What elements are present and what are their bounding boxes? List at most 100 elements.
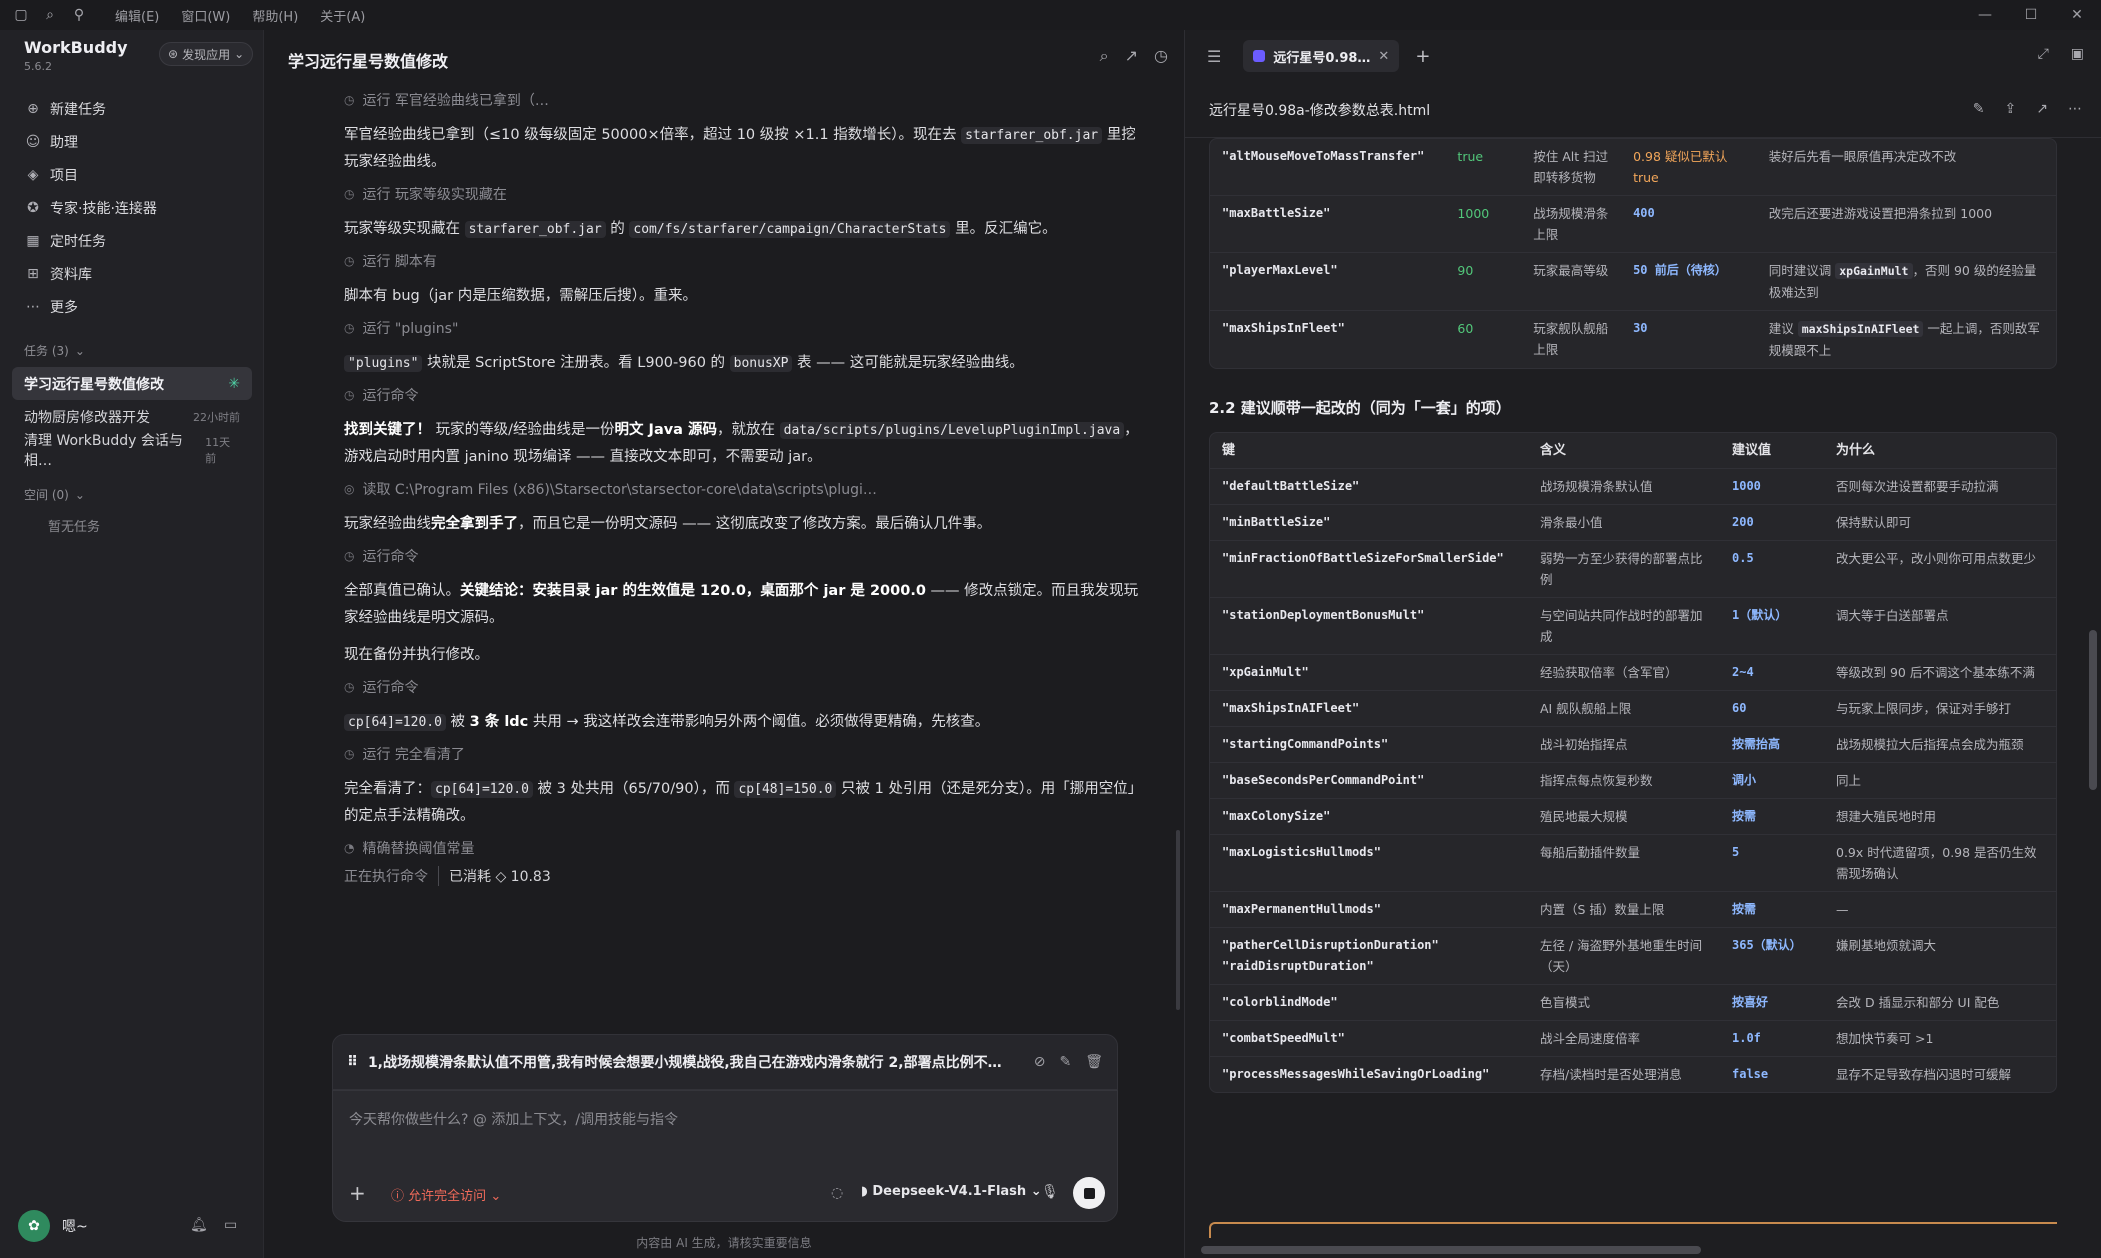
split-view-icon[interactable]: ▣ xyxy=(2071,46,2084,62)
param-key: "stationDeploymentBonusMult" xyxy=(1222,608,1425,622)
stop-button[interactable] xyxy=(1073,1177,1105,1209)
panel-window-actions: ⤢ ▣ xyxy=(2038,46,2084,62)
minimize-icon[interactable]: — xyxy=(1962,0,2008,30)
chat-input[interactable]: 今天帮你做些什么? @ 添加上下文，/调用技能与指令 xyxy=(349,1109,678,1129)
table-row: "altMouseMoveToMassTransfer" true 按住 Alt 扫… xyxy=(1210,139,2056,196)
permission-dropdown[interactable]: ⓘ 允许完全访问 ⌄ xyxy=(391,1185,501,1204)
tool-step[interactable]: ◔ 精确替换阈值常量 xyxy=(344,836,1144,860)
meaning: 滑条最小值 xyxy=(1540,515,1603,530)
close-icon[interactable]: ✕ xyxy=(2054,0,2100,30)
meaning: 左径 / 海盗野外基地重生时间（天） xyxy=(1540,938,1703,974)
sidebar-item-3[interactable]: ✪ 专家·技能·连接器 xyxy=(14,191,250,224)
edit-icon[interactable]: ✎ xyxy=(1059,1054,1071,1070)
tool-step-label: 运行 完全看清了 xyxy=(362,747,465,763)
collapse-icon[interactable]: ⊘ xyxy=(1034,1054,1046,1070)
chevron-down-icon: ⌄ xyxy=(490,1189,502,1204)
tab-file[interactable]: 远行星号0.98… ✕ xyxy=(1243,40,1400,72)
menu-edit[interactable]: 编辑(E) xyxy=(115,6,159,25)
task-item[interactable]: 清理 WorkBuddy 会话与相… 11天前 xyxy=(12,433,252,469)
tool-step-label: 运行命令 xyxy=(362,680,419,696)
history-icon[interactable]: ◷ xyxy=(1154,46,1168,66)
column-header: 为什么 xyxy=(1836,443,1876,458)
task-item[interactable]: 动物厨房修改器开发 22小时前 xyxy=(12,400,252,433)
tool-step[interactable]: ◷ 运行 脚本有 xyxy=(344,249,1144,273)
meaning: 弱势一方至少获得的部署点比例 xyxy=(1540,551,1703,587)
avatar[interactable]: ✿ xyxy=(18,1210,50,1242)
horizontal-scrollbar[interactable] xyxy=(1201,1246,1701,1254)
tool-step[interactable]: ◷ 运行 "plugins" xyxy=(344,316,1144,340)
sidebar-item-2[interactable]: ◈ 项目 xyxy=(14,158,250,191)
discover-apps-button[interactable]: ⊛ 发现应用 ⌄ xyxy=(159,42,254,66)
chat-scrollbar[interactable] xyxy=(1176,830,1180,1010)
model-selector[interactable]: ◗ Deepseek-V4.1-Flash ⌄ xyxy=(861,1184,1042,1199)
tool-step[interactable]: ◷ 运行 军官经验曲线已拿到（… xyxy=(344,88,1144,112)
tool-step[interactable]: ◷ 运行 完全看清了 xyxy=(344,742,1144,766)
space-header[interactable]: 空间 (0) ⌄ xyxy=(24,486,85,503)
trash-icon[interactable]: 🗑︎ xyxy=(1085,1054,1103,1070)
param-key: "minBattleSize" xyxy=(1222,515,1331,529)
suggested-value: 1000 xyxy=(1732,479,1761,493)
nav-list: ⊕ 新建任务 ☺ 助理 ◈ 项目 ✪ 专家·技能·连接器 ▦ 定时任务 ⊞ 资料库 ⋯ 更多 xyxy=(14,92,250,323)
task-item[interactable]: 学习远行星号数值修改 ✳ xyxy=(12,367,252,400)
table-row: "maxPermanentHullmods" 内置（S 插）数量上限 按需 — xyxy=(1210,892,2056,928)
chat-actions: ⌕ ↗ ◷ xyxy=(1100,46,1168,66)
tasks-header[interactable]: 任务 (3) ⌄ xyxy=(24,342,85,359)
search-icon[interactable]: ⌕ xyxy=(1100,46,1109,66)
inline-code: xpGainMult xyxy=(1835,263,1913,279)
chat-title: 学习远行星号数值修改 xyxy=(288,52,449,71)
tab-label: 远行星号0.98… xyxy=(1273,50,1371,66)
meaning: 与空间站共同作战时的部署加成 xyxy=(1540,608,1703,644)
tool-step[interactable]: ◷ 运行命令 xyxy=(344,383,1144,407)
meaning: 内置（S 插）数量上限 xyxy=(1540,902,1665,917)
sidebar-item-1[interactable]: ☺ 助理 xyxy=(14,125,250,158)
column-header: 建议值 xyxy=(1732,443,1772,458)
param-key: "playerMaxLevel" xyxy=(1222,263,1338,277)
share-icon[interactable]: ↗ xyxy=(1125,46,1138,66)
sidebar-item-0[interactable]: ⊕ 新建任务 xyxy=(14,92,250,125)
add-attachment-button[interactable]: + xyxy=(349,1181,366,1205)
tool-step[interactable]: ◎ 读取 C:\Program Files (x86)\Starsector\st… xyxy=(344,477,1144,501)
sidebar-toggle-icon[interactable]: ▢ xyxy=(13,7,29,23)
sidebar-item-4[interactable]: ▦ 定时任务 xyxy=(14,224,250,257)
expand-icon[interactable]: ⤢ xyxy=(2038,46,2049,62)
tool-step[interactable]: ◷ 运行命令 xyxy=(344,675,1144,699)
upload-icon[interactable]: ⇪ xyxy=(2005,101,2017,117)
menu-window[interactable]: 窗口(W) xyxy=(181,6,230,25)
assistant-message: 脚本有 bug（jar 内是压缩数据，需解压后搜）。重来。 xyxy=(344,288,697,304)
drag-handle-icon[interactable]: ⠿ xyxy=(347,1054,358,1070)
clock-icon: ◷ xyxy=(344,388,355,402)
menu-help[interactable]: 帮助(H) xyxy=(252,6,298,25)
edit-icon[interactable]: ✎ xyxy=(1973,101,1985,117)
tool-step[interactable]: ◷ 运行 玩家等级实现藏在 xyxy=(344,182,1144,206)
search-icon[interactable]: ⌕ xyxy=(42,7,58,23)
table-row: "playerMaxLevel" 90 玩家最高等级 50 前后（待核） 同时建议调 x… xyxy=(1210,253,2056,311)
list-icon[interactable]: ☰ xyxy=(1207,47,1221,66)
reason: 同时建议调 xpGainMult ，否则 90 级的经验量极难达到 xyxy=(1757,253,2056,310)
section-heading: 2.2 建议顺带一起改的（同为「一套」的项） xyxy=(1209,399,1511,417)
loading-spinner-icon: ◌ xyxy=(831,1185,844,1201)
reason: 改完后还要进游戏设置把滑条拉到 1000 xyxy=(1768,206,1993,221)
document-scrollbar[interactable] xyxy=(2089,630,2097,790)
mic-icon[interactable]: 🎙︎ xyxy=(1041,1184,1059,1200)
add-tab-icon[interactable]: + xyxy=(1415,46,1430,67)
chat-bubble-icon[interactable]: ▭ xyxy=(224,1217,237,1233)
sidebar-item-label: 项目 xyxy=(50,167,78,184)
more-icon[interactable]: ⋯ xyxy=(2068,101,2082,117)
tool-step[interactable]: ◷ 运行命令 xyxy=(344,544,1144,568)
filter-icon[interactable]: ⚲ xyxy=(71,7,87,23)
menu-about[interactable]: 关于(A) xyxy=(320,6,365,25)
sidebar-item-6[interactable]: ⋯ 更多 xyxy=(14,290,250,323)
table-row: "minFractionOfBattleSizeForSmallerSide" 弱… xyxy=(1210,541,2056,598)
bell-icon[interactable]: 🔔︎ xyxy=(190,1217,208,1233)
maximize-icon[interactable]: ☐ xyxy=(2008,0,2054,30)
close-tab-icon[interactable]: ✕ xyxy=(1378,49,1389,64)
sidebar-item-5[interactable]: ⊞ 资料库 xyxy=(14,257,250,290)
default-value: true xyxy=(1457,149,1484,164)
suggested-value: 60 xyxy=(1732,701,1747,715)
table-row: "minBattleSize" 滑条最小值 200 保持默认即可 xyxy=(1210,505,2056,541)
task-label: 学习远行星号数值修改 xyxy=(24,376,164,393)
chat-input-box[interactable]: 今天帮你做些什么? @ 添加上下文，/调用技能与指令 + ⓘ 允许完全访问 ⌄ … xyxy=(332,1090,1118,1222)
param-key: "processMessagesWhileSavingOrLoading" xyxy=(1222,1067,1490,1081)
share-icon[interactable]: ↗ xyxy=(2036,101,2048,117)
chevron-down-icon: ⌄ xyxy=(1030,1184,1042,1199)
